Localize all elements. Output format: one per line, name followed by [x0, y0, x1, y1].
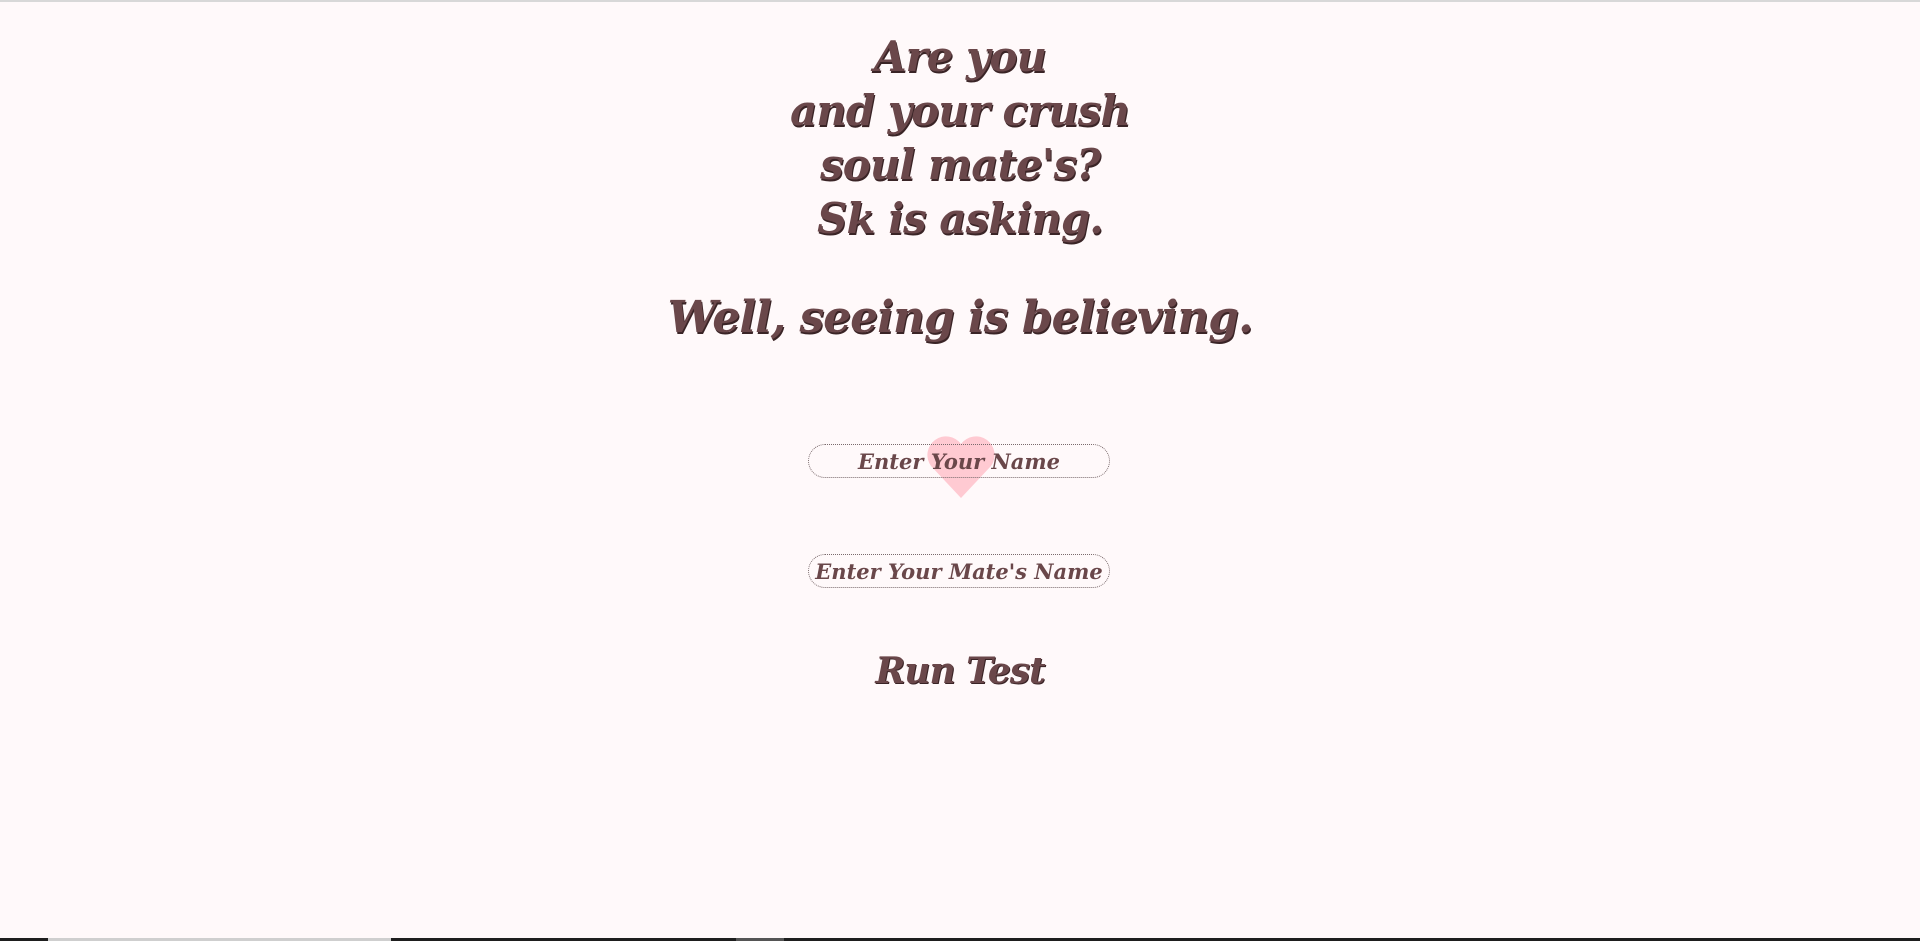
subheadline: Well, seeing is believing.: [667, 292, 1254, 343]
top-border: [0, 0, 1920, 2]
your-name-input[interactable]: [808, 444, 1110, 478]
headline-line-4: Sk is asking.: [817, 194, 1104, 243]
run-test-button[interactable]: Run Test: [860, 646, 1060, 696]
headline-line-1: Are you: [873, 32, 1047, 81]
headline: Are you and your crush soul mate's? Sk i…: [0, 30, 1920, 246]
headline-line-3: soul mate's?: [820, 140, 1101, 189]
headline-line-2: and your crush: [790, 86, 1131, 135]
mate-name-input[interactable]: [808, 554, 1110, 588]
